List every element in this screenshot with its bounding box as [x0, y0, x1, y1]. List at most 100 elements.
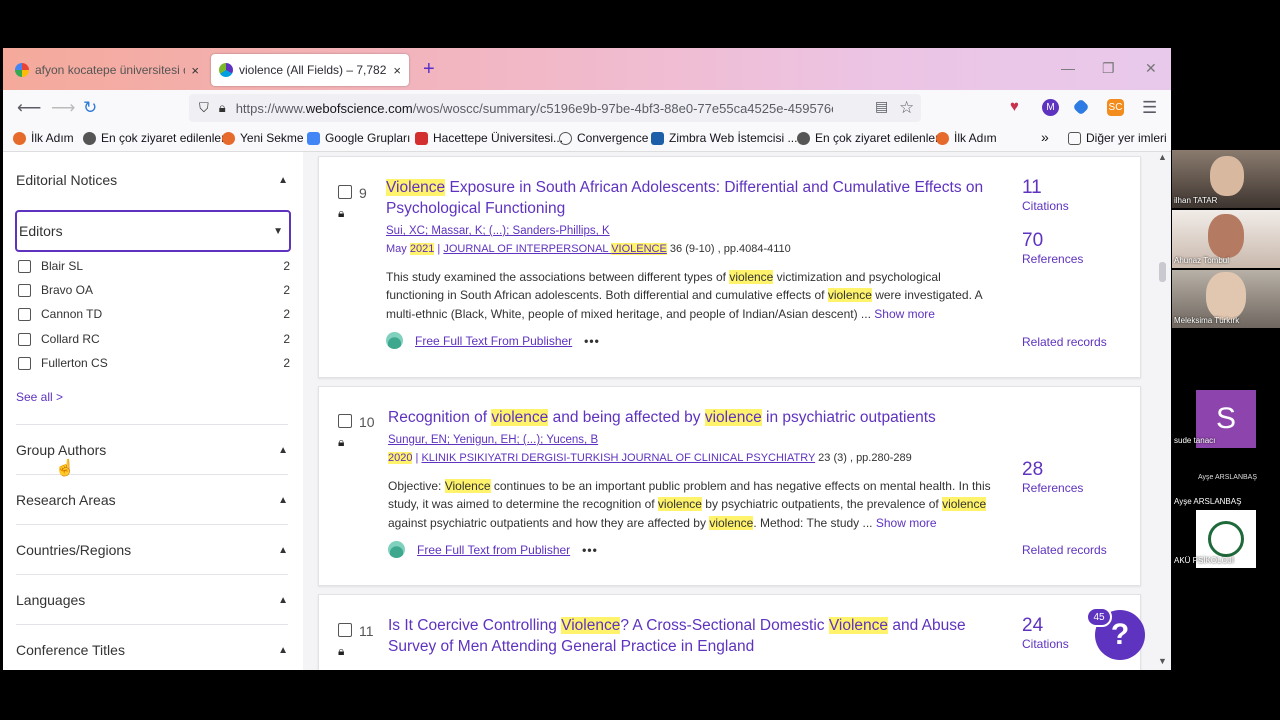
- participant-video: [1206, 272, 1246, 320]
- editor-option[interactable]: Collard RC 2: [18, 332, 290, 346]
- checkbox[interactable]: [18, 259, 31, 273]
- record-checkbox[interactable]: [338, 185, 352, 199]
- filter-conference-titles[interactable]: Conference Titles ▲: [16, 642, 288, 658]
- chevron-up-icon: ▲: [278, 594, 288, 606]
- record-title[interactable]: Violence Exposure in South African Adole…: [386, 177, 986, 219]
- record-abstract: This study examined the associations bet…: [386, 270, 982, 321]
- minimize-icon[interactable]: —: [1061, 60, 1075, 76]
- record-card: 9 🔒︎ Violence Exposure in South African …: [318, 156, 1141, 378]
- lock-icon[interactable]: 🔒︎: [219, 100, 226, 116]
- bookmarks-overflow-button[interactable]: »: [1041, 129, 1049, 145]
- checkbox[interactable]: [18, 332, 31, 346]
- checkbox[interactable]: [18, 307, 31, 321]
- record-title[interactable]: Is It Coercive Controlling Violence? A C…: [388, 615, 988, 657]
- show-more-link[interactable]: Show more: [876, 516, 937, 530]
- back-icon[interactable]: ⟵: [17, 98, 41, 118]
- sc-extension-icon[interactable]: SC: [1107, 99, 1124, 116]
- chevron-up-icon: ▲: [278, 174, 288, 186]
- record-abstract: Objective: Violence continues to be an i…: [388, 479, 991, 530]
- bookmark-item[interactable]: İlk Adım: [936, 131, 997, 145]
- chevron-up-icon: ▲: [278, 544, 288, 556]
- lock-icon: 🔒︎: [338, 206, 345, 220]
- logo-emblem: [1208, 521, 1244, 557]
- related-records-link[interactable]: Related records: [1022, 543, 1107, 557]
- show-more-link[interactable]: Show more: [874, 307, 935, 321]
- clarivate-icon: [219, 63, 233, 77]
- tab-title: violence (All Fields) – 7,782 – W: [239, 63, 387, 77]
- checkbox[interactable]: [18, 356, 31, 370]
- citations-count[interactable]: 11 Citations: [1022, 177, 1069, 213]
- record-card: 10 🔒︎ Recognition of violence and being …: [318, 386, 1141, 586]
- filter-group-authors[interactable]: Group Authors ▲: [16, 442, 288, 458]
- filter-editors[interactable]: Editors ▼: [15, 210, 291, 252]
- scroll-down-icon[interactable]: ▼: [1158, 656, 1167, 666]
- forward-icon[interactable]: ⟶: [51, 98, 75, 118]
- editor-option[interactable]: Cannon TD 2: [18, 307, 290, 321]
- pocket-icon[interactable]: ♥: [1010, 98, 1019, 115]
- lock-icon: 🔒︎: [338, 644, 345, 658]
- bookmark-item[interactable]: Yeni Sekme: [222, 131, 304, 145]
- see-all-link[interactable]: See all >: [16, 390, 63, 404]
- restore-icon[interactable]: ❐: [1102, 60, 1115, 77]
- full-text-link[interactable]: Free Full Text from Publisher •••: [388, 541, 598, 558]
- editor-option[interactable]: Bravo OA 2: [18, 283, 290, 297]
- participant-header: Ayşe ARSLANBAŞ: [1198, 474, 1258, 481]
- full-text-link[interactable]: Free Full Text From Publisher •••: [386, 332, 600, 349]
- more-options-icon[interactable]: •••: [582, 543, 598, 557]
- new-tab-button[interactable]: +: [423, 58, 435, 81]
- scroll-thumb[interactable]: [1159, 262, 1166, 282]
- editor-option[interactable]: Fullerton CS 2: [18, 356, 290, 370]
- bookmark-item[interactable]: En çok ziyaret edilenler: [83, 131, 225, 145]
- filter-research-areas[interactable]: Research Areas ▲: [16, 492, 288, 508]
- record-checkbox[interactable]: [338, 623, 352, 637]
- checkbox[interactable]: [18, 283, 31, 297]
- bookmark-item[interactable]: İlk Adım: [13, 131, 74, 145]
- journal-link[interactable]: KLINIK PSIKIYATRI DERGISI-TURKISH JOURNA…: [421, 452, 815, 464]
- gear-icon: [83, 131, 96, 145]
- bookmark-item[interactable]: En çok ziyaret edilenler: [797, 131, 939, 145]
- record-authors[interactable]: Sui, XC; Massar, K; (...); Sanders-Phill…: [386, 225, 610, 237]
- url-path: /wos/woscc/summary/c5196e9b-97be-4bf3-88…: [412, 100, 833, 116]
- filter-editorial-notices[interactable]: Editorial Notices ▲: [16, 172, 288, 188]
- extension-icon[interactable]: [1072, 98, 1090, 116]
- google-icon: [15, 63, 29, 77]
- record-number: 11: [359, 623, 374, 639]
- record-title[interactable]: Recognition of violence and being affect…: [388, 407, 1008, 428]
- chevron-up-icon: ▲: [278, 494, 288, 506]
- close-tab-icon[interactable]: ×: [393, 63, 401, 78]
- bookmark-item[interactable]: Zimbra Web İstemcisi ...: [651, 131, 797, 145]
- bookmark-item[interactable]: Google Grupları: [307, 131, 410, 145]
- record-checkbox[interactable]: [338, 414, 352, 428]
- bookmark-item[interactable]: Hacettepe Üniversitesi...: [415, 131, 563, 145]
- references-count[interactable]: 70 References: [1022, 230, 1083, 266]
- participant-tile: Meleksima Türkırk: [1172, 270, 1280, 328]
- participant-video: [1210, 156, 1244, 196]
- close-window-icon[interactable]: ✕: [1145, 60, 1157, 77]
- open-access-icon: [386, 332, 403, 349]
- reader-view-icon[interactable]: ▤: [875, 98, 888, 115]
- more-options-icon[interactable]: •••: [584, 334, 600, 348]
- citations-count[interactable]: 24 Citations: [1022, 615, 1069, 651]
- notification-badge: 45: [1086, 607, 1112, 627]
- bookmark-item[interactable]: Convergence: [559, 131, 648, 145]
- profile-avatar[interactable]: M: [1042, 99, 1059, 116]
- journal-link[interactable]: JOURNAL OF INTERPERSONAL VIOLENCE: [443, 243, 667, 255]
- filter-countries-regions[interactable]: Countries/Regions ▲: [16, 542, 288, 558]
- menu-icon[interactable]: ☰: [1142, 98, 1157, 118]
- filter-languages[interactable]: Languages ▲: [16, 592, 288, 608]
- editor-option[interactable]: Blair SL 2: [18, 259, 290, 273]
- scroll-up-icon[interactable]: ▲: [1158, 152, 1167, 162]
- related-records-link[interactable]: Related records: [1022, 335, 1107, 349]
- close-tab-icon[interactable]: ×: [191, 63, 199, 78]
- google-groups-icon: [307, 131, 320, 145]
- tab-afyon[interactable]: afyon kocatepe üniversitesi data ×: [7, 54, 207, 86]
- address-bar[interactable]: ⛉ 🔒︎ https://www. webofscience.com/wos/wo…: [189, 94, 921, 122]
- tab-webofscience[interactable]: violence (All Fields) – 7,782 – W ×: [211, 54, 409, 86]
- bookmark-star-icon[interactable]: ☆: [899, 98, 914, 118]
- record-authors[interactable]: Sungur, EN; Yenigun, EH; (...); Yucens, …: [388, 434, 598, 446]
- page-scrollbar[interactable]: ▲ ▼: [1155, 152, 1169, 670]
- references-count[interactable]: 28 References: [1022, 459, 1083, 495]
- reload-icon[interactable]: ↻: [83, 98, 97, 118]
- shield-icon[interactable]: ⛉: [199, 100, 209, 116]
- other-bookmarks[interactable]: Diğer yer imleri: [1068, 131, 1167, 145]
